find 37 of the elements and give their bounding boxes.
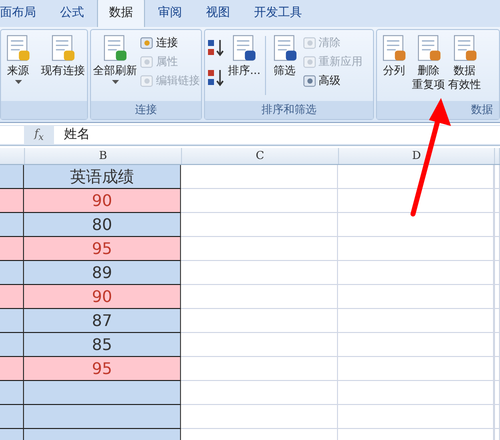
group-label: 连接 <box>135 103 157 116</box>
sort-descending-icon[interactable] <box>207 68 225 88</box>
sort-ascending-icon[interactable] <box>207 38 225 58</box>
table-cell: 英语成绩 <box>24 165 181 189</box>
ribbon-button[interactable]: 高级 <box>318 73 340 88</box>
column-header[interactable]: B <box>25 148 182 164</box>
ribbon-button[interactable]: 排序... <box>228 64 260 78</box>
table-cell: 90 <box>24 285 181 309</box>
ribbon-button[interactable]: 筛选 <box>274 64 296 78</box>
table-cell: 85 <box>24 333 181 357</box>
table-cell: 95 <box>24 357 181 381</box>
group-label: 数据 <box>471 103 493 116</box>
table-cell: 95 <box>24 237 181 261</box>
column-header[interactable]: C <box>182 148 339 164</box>
ribbon-button[interactable]: 删除 重复项 <box>412 64 445 93</box>
function-button[interactable]: f$_{x}$ <box>24 126 54 144</box>
ribbon-tab[interactable]: 视图 <box>195 0 241 27</box>
formula-input[interactable]: 姓名 <box>54 126 500 144</box>
table-cell: 80 <box>24 213 181 237</box>
ribbon-tab[interactable]: 数据 <box>97 0 145 27</box>
ribbon-tab[interactable]: 面布局 <box>0 0 47 27</box>
ribbon-button[interactable]: 连接 <box>156 35 178 50</box>
group-label: 排序和筛选 <box>262 103 316 116</box>
caret-icon[interactable] <box>112 80 118 84</box>
table-cell: 87 <box>24 309 181 333</box>
table-cell: 90 <box>24 189 181 213</box>
ribbon-tab[interactable]: 审阅 <box>147 0 193 27</box>
ribbon-tab[interactable]: 开发工具 <box>243 0 313 27</box>
table-cell: 89 <box>24 261 181 285</box>
ribbon-button[interactable]: 现有连接 <box>41 64 85 78</box>
column-header[interactable]: D <box>339 148 495 164</box>
ribbon-button[interactable]: 分列 <box>383 64 405 78</box>
ribbon-button[interactable]: 全部刷新 <box>93 64 137 78</box>
ribbon-tab[interactable]: 公式 <box>49 0 95 27</box>
caret-icon[interactable] <box>14 80 22 84</box>
ribbon-button[interactable]: 数据 有效性 <box>448 64 481 93</box>
ribbon-button[interactable]: 来源 <box>7 64 29 78</box>
